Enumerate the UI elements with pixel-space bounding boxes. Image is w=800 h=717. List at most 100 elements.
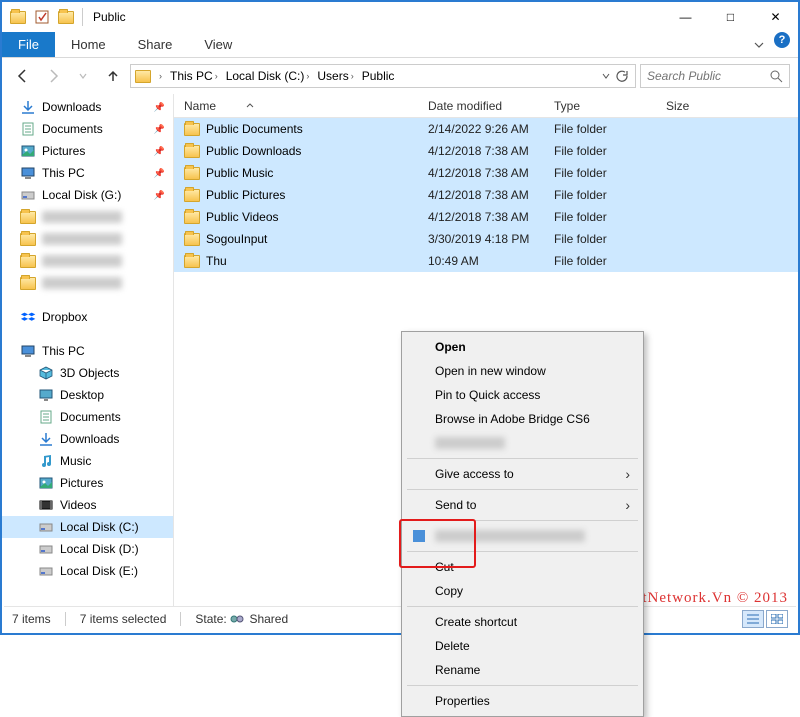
sidebar-item[interactable]: Videos: [2, 494, 173, 516]
disk-icon: [38, 541, 54, 557]
recent-dropdown-icon[interactable]: [70, 63, 96, 89]
search-field[interactable]: [647, 69, 770, 83]
file-type: File folder: [544, 188, 656, 202]
pin-icon: 📌: [154, 190, 165, 201]
sidebar-item[interactable]: Desktop: [2, 384, 173, 406]
column-name[interactable]: Name: [174, 99, 418, 113]
column-date[interactable]: Date modified: [418, 99, 544, 113]
sidebar-item[interactable]: This PC📌: [2, 162, 173, 184]
context-menu-item[interactable]: Create shortcut: [405, 610, 640, 634]
sidebar-item[interactable]: Pictures📌: [2, 140, 173, 162]
column-type[interactable]: Type: [544, 99, 656, 113]
search-input[interactable]: [640, 64, 790, 88]
sidebar-item[interactable]: ████: [2, 272, 173, 294]
pc-icon: [20, 343, 36, 359]
ribbon-expand-icon[interactable]: [744, 32, 774, 57]
download-icon: [38, 431, 54, 447]
sidebar-item-label: Dropbox: [42, 310, 87, 324]
sidebar-item[interactable]: Documents📌: [2, 118, 173, 140]
sidebar-item-label: ████: [42, 277, 122, 289]
sidebar-item[interactable]: Dropbox: [2, 306, 173, 328]
view-icons-button[interactable]: [766, 610, 788, 628]
sidebar-item[interactable]: This PC: [2, 340, 173, 362]
context-menu-item[interactable]: Copy: [405, 579, 640, 603]
submenu-arrow-icon: ›: [625, 497, 630, 513]
view-details-button[interactable]: [742, 610, 764, 628]
status-item-count: 7 items: [12, 612, 51, 626]
sidebar-item[interactable]: Downloads📌: [2, 96, 173, 118]
table-row[interactable]: Thu10:49 AMFile folder: [174, 250, 798, 272]
help-icon[interactable]: ?: [774, 32, 790, 48]
sidebar-item[interactable]: ████: [2, 228, 173, 250]
maximize-button[interactable]: □: [708, 2, 753, 32]
file-date: 2/14/2022 9:26 AM: [418, 122, 544, 136]
sidebar-item[interactable]: Local Disk (D:): [2, 538, 173, 560]
context-menu-item[interactable]: Open: [405, 335, 640, 359]
sidebar-item[interactable]: Downloads: [2, 428, 173, 450]
context-menu-item[interactable]: Cut: [405, 555, 640, 579]
breadcrumb-local-disk-c[interactable]: Local Disk (C:)›: [222, 65, 314, 87]
statusbar: 7 items 7 items selected State: Shared: [4, 606, 796, 631]
quick-save-icon[interactable]: [33, 8, 51, 26]
context-menu-item[interactable]: Rename: [405, 658, 640, 682]
context-menu-item[interactable]: Send to›: [405, 493, 640, 517]
tab-view[interactable]: View: [188, 32, 248, 57]
sidebar-item-label: Desktop: [60, 388, 104, 402]
sidebar-item[interactable]: Music: [2, 450, 173, 472]
sidebar-item[interactable]: Local Disk (E:): [2, 560, 173, 582]
context-menu-item[interactable]: Delete: [405, 634, 640, 658]
desktop-icon: [38, 387, 54, 403]
addr-chevron-icon[interactable]: ›: [153, 65, 166, 87]
table-row[interactable]: Public Music4/12/2018 7:38 AMFile folder: [174, 162, 798, 184]
context-menu-item[interactable]: Give access to›: [405, 462, 640, 486]
folder-icon: [20, 209, 36, 225]
content-area: Name Date modified Type Size Public Docu…: [174, 94, 798, 608]
context-menu-item[interactable]: ████████: [405, 431, 640, 455]
table-row[interactable]: Public Documents2/14/2022 9:26 AMFile fo…: [174, 118, 798, 140]
pc-icon: [20, 165, 36, 181]
tab-share[interactable]: Share: [122, 32, 189, 57]
file-tab[interactable]: File: [2, 32, 55, 57]
folder-icon: [57, 8, 75, 26]
tab-home[interactable]: Home: [55, 32, 122, 57]
status-selected-count: 7 items selected: [80, 612, 167, 626]
context-menu-item[interactable]: ████████: [405, 524, 640, 548]
refresh-icon[interactable]: [616, 70, 629, 83]
table-row[interactable]: Public Pictures4/12/2018 7:38 AMFile fol…: [174, 184, 798, 206]
sidebar-item[interactable]: Local Disk (G:)📌: [2, 184, 173, 206]
context-menu-item[interactable]: Pin to Quick access: [405, 383, 640, 407]
breadcrumb-public[interactable]: Public: [358, 65, 399, 87]
sidebar-item[interactable]: 3D Objects: [2, 362, 173, 384]
sidebar-item[interactable]: Pictures: [2, 472, 173, 494]
context-menu-item[interactable]: Browse in Adobe Bridge CS6: [405, 407, 640, 431]
table-row[interactable]: Public Downloads4/12/2018 7:38 AMFile fo…: [174, 140, 798, 162]
search-icon[interactable]: [770, 70, 783, 83]
column-size[interactable]: Size: [656, 99, 798, 113]
breadcrumb-this-pc[interactable]: This PC›: [166, 65, 222, 87]
forward-button[interactable]: [40, 63, 66, 89]
minimize-button[interactable]: —: [663, 2, 708, 32]
breadcrumb-users[interactable]: Users›: [313, 65, 357, 87]
sidebar-item[interactable]: Local Disk (C:): [2, 516, 173, 538]
close-button[interactable]: ✕: [753, 2, 798, 32]
context-menu-item[interactable]: Properties: [405, 689, 640, 713]
context-menu-label: Browse in Adobe Bridge CS6: [435, 412, 590, 426]
addressbar[interactable]: › This PC› Local Disk (C:)› Users› Publi…: [130, 64, 636, 88]
pin-icon: 📌: [154, 124, 165, 135]
context-menu-label: ████████: [435, 530, 585, 542]
table-row[interactable]: Public Videos4/12/2018 7:38 AMFile folde…: [174, 206, 798, 228]
context-menu-label: Copy: [435, 584, 463, 598]
file-date: 3/30/2019 4:18 PM: [418, 232, 544, 246]
pic-icon: [38, 475, 54, 491]
back-button[interactable]: [10, 63, 36, 89]
sidebar-item[interactable]: ████: [2, 206, 173, 228]
video-icon: [38, 497, 54, 513]
up-button[interactable]: [100, 63, 126, 89]
context-menu-item[interactable]: Open in new window: [405, 359, 640, 383]
pin-icon: 📌: [154, 146, 165, 157]
sidebar-item[interactable]: Documents: [2, 406, 173, 428]
table-row[interactable]: SogouInput3/30/2019 4:18 PMFile folder: [174, 228, 798, 250]
sidebar-item[interactable]: ████: [2, 250, 173, 272]
sidebar-item-label: Downloads: [60, 432, 119, 446]
addr-dropdown-icon[interactable]: [602, 72, 610, 80]
